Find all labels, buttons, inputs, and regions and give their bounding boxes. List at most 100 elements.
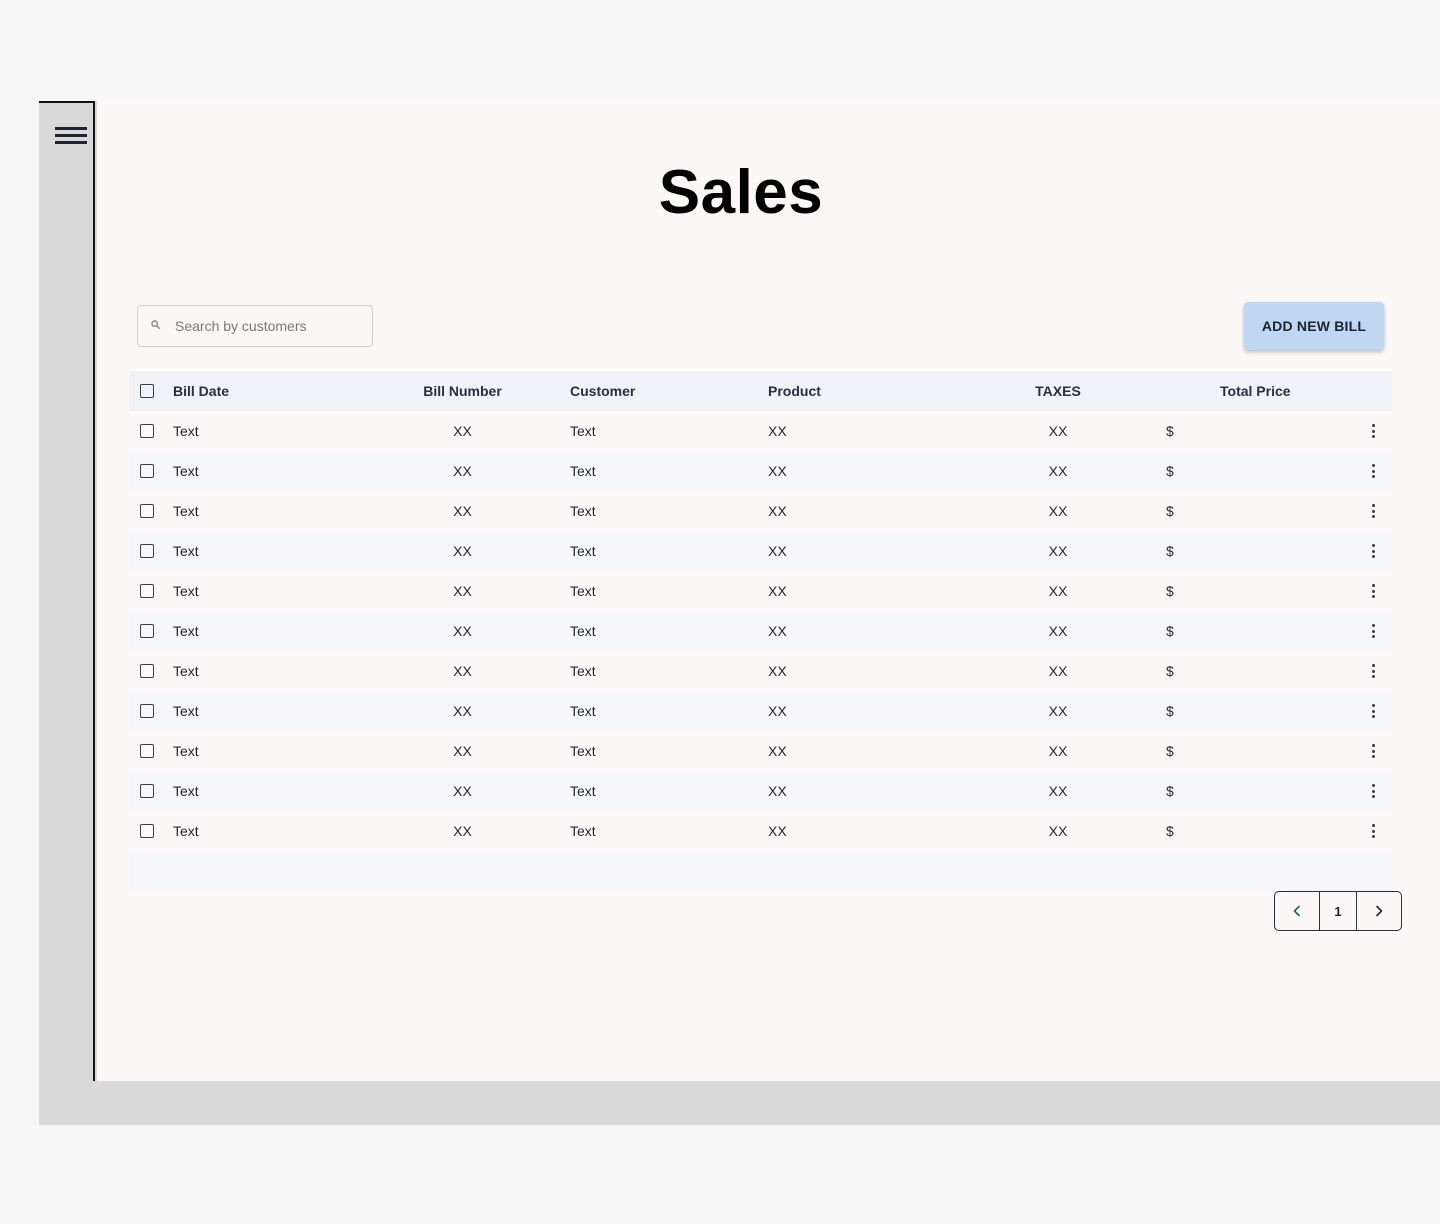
cell-bill-date: Text bbox=[173, 463, 199, 479]
more-vertical-icon[interactable] bbox=[1366, 423, 1382, 439]
table-row[interactable]: Text XX Text XX XX $ bbox=[129, 491, 1392, 531]
cell-taxes: XX bbox=[1048, 823, 1068, 839]
more-vertical-icon[interactable] bbox=[1366, 663, 1382, 679]
next-page-button[interactable] bbox=[1357, 892, 1401, 930]
main-content: Sales ADD NEW BILL Bill Date Bill Number… bbox=[97, 101, 1440, 1081]
hamburger-line bbox=[55, 141, 87, 144]
row-checkbox[interactable] bbox=[140, 624, 154, 638]
cell-taxes: XX bbox=[1048, 783, 1068, 799]
cell-taxes: XX bbox=[1048, 423, 1068, 439]
row-checkbox[interactable] bbox=[140, 504, 154, 518]
cell-total-price: $ bbox=[1166, 783, 1174, 799]
cell-taxes: XX bbox=[1048, 663, 1068, 679]
hamburger-menu-icon[interactable] bbox=[55, 127, 87, 149]
table-row[interactable]: Text XX Text XX XX $ bbox=[129, 811, 1392, 851]
column-header-taxes[interactable]: TAXES bbox=[1033, 371, 1083, 411]
cell-bill-date: Text bbox=[173, 703, 199, 719]
cell-bill-date: Text bbox=[173, 543, 199, 559]
more-vertical-icon[interactable] bbox=[1366, 783, 1382, 799]
cell-product: XX bbox=[768, 503, 787, 519]
more-vertical-icon[interactable] bbox=[1366, 463, 1382, 479]
search-input[interactable] bbox=[175, 306, 365, 346]
cell-taxes: XX bbox=[1048, 543, 1068, 559]
table-row[interactable]: Text XX Text XX XX $ bbox=[129, 611, 1392, 651]
cell-bill-number: XX bbox=[453, 463, 472, 479]
more-vertical-icon[interactable] bbox=[1366, 543, 1382, 559]
page-title: Sales bbox=[658, 158, 824, 227]
cell-bill-number: XX bbox=[453, 663, 472, 679]
cell-product: XX bbox=[768, 663, 787, 679]
cell-taxes: XX bbox=[1048, 623, 1068, 639]
row-checkbox[interactable] bbox=[140, 584, 154, 598]
table-row[interactable]: Text XX Text XX XX $ bbox=[129, 531, 1392, 571]
column-header-bill-date[interactable]: Bill Date bbox=[173, 371, 229, 411]
cell-total-price: $ bbox=[1166, 743, 1174, 759]
cell-total-price: $ bbox=[1166, 583, 1174, 599]
previous-page-button[interactable] bbox=[1275, 892, 1321, 930]
cell-bill-date: Text bbox=[173, 783, 199, 799]
more-vertical-icon[interactable] bbox=[1366, 503, 1382, 519]
row-checkbox[interactable] bbox=[140, 824, 154, 838]
cell-taxes: XX bbox=[1048, 503, 1068, 519]
row-checkbox[interactable] bbox=[140, 744, 154, 758]
more-vertical-icon[interactable] bbox=[1366, 623, 1382, 639]
table-row[interactable]: Text XX Text XX XX $ bbox=[129, 771, 1392, 811]
row-checkbox[interactable] bbox=[140, 424, 154, 438]
row-checkbox[interactable] bbox=[140, 784, 154, 798]
cell-product: XX bbox=[768, 463, 787, 479]
more-vertical-icon[interactable] bbox=[1366, 583, 1382, 599]
row-checkbox[interactable] bbox=[140, 544, 154, 558]
chevron-right-icon bbox=[1376, 905, 1383, 917]
cell-bill-date: Text bbox=[173, 823, 199, 839]
column-header-product[interactable]: Product bbox=[768, 371, 821, 411]
cell-total-price: $ bbox=[1166, 623, 1174, 639]
cell-customer: Text bbox=[570, 823, 596, 839]
table-row[interactable]: Text XX Text XX XX $ bbox=[129, 411, 1392, 451]
column-header-total-price[interactable]: Total Price bbox=[1220, 371, 1291, 411]
cell-customer: Text bbox=[570, 463, 596, 479]
current-page-number[interactable]: 1 bbox=[1320, 892, 1357, 930]
pagination: 1 bbox=[1274, 891, 1402, 931]
cell-total-price: $ bbox=[1166, 503, 1174, 519]
table-row[interactable]: Text XX Text XX XX $ bbox=[129, 691, 1392, 731]
cell-bill-number: XX bbox=[453, 743, 472, 759]
table-body: Text XX Text XX XX $ Text XX Text XX XX $ Text XX Text… bbox=[129, 411, 1392, 851]
column-header-bill-number[interactable]: Bill Number bbox=[422, 371, 503, 411]
cell-bill-date: Text bbox=[173, 623, 199, 639]
cell-taxes: XX bbox=[1048, 463, 1068, 479]
table-row[interactable]: Text XX Text XX XX $ bbox=[129, 451, 1392, 491]
table-row[interactable]: Text XX Text XX XX $ bbox=[129, 651, 1392, 691]
cell-total-price: $ bbox=[1166, 703, 1174, 719]
hamburger-line bbox=[55, 134, 87, 137]
row-checkbox[interactable] bbox=[140, 664, 154, 678]
cell-bill-number: XX bbox=[453, 503, 472, 519]
add-new-bill-button[interactable]: ADD NEW BILL bbox=[1244, 302, 1384, 350]
cell-bill-date: Text bbox=[173, 423, 199, 439]
cell-total-price: $ bbox=[1166, 543, 1174, 559]
search-box[interactable] bbox=[137, 305, 373, 347]
table-row[interactable]: Text XX Text XX XX $ bbox=[129, 571, 1392, 611]
cell-product: XX bbox=[768, 423, 787, 439]
cell-product: XX bbox=[768, 623, 787, 639]
more-vertical-icon[interactable] bbox=[1366, 823, 1382, 839]
cell-bill-number: XX bbox=[453, 583, 472, 599]
cell-product: XX bbox=[768, 583, 787, 599]
column-header-customer[interactable]: Customer bbox=[570, 371, 635, 411]
chevron-left-icon bbox=[1293, 905, 1300, 917]
cell-product: XX bbox=[768, 823, 787, 839]
more-vertical-icon[interactable] bbox=[1366, 743, 1382, 759]
cell-bill-date: Text bbox=[173, 583, 199, 599]
cell-total-price: $ bbox=[1166, 423, 1174, 439]
cell-customer: Text bbox=[570, 663, 596, 679]
cell-total-price: $ bbox=[1166, 663, 1174, 679]
cell-taxes: XX bbox=[1048, 743, 1068, 759]
select-all-checkbox[interactable] bbox=[140, 384, 154, 398]
cell-bill-date: Text bbox=[173, 743, 199, 759]
row-checkbox[interactable] bbox=[140, 704, 154, 718]
hamburger-line bbox=[55, 127, 87, 130]
more-vertical-icon[interactable] bbox=[1366, 703, 1382, 719]
sidebar bbox=[39, 101, 95, 1081]
row-checkbox[interactable] bbox=[140, 464, 154, 478]
table-row[interactable]: Text XX Text XX XX $ bbox=[129, 731, 1392, 771]
cell-total-price: $ bbox=[1166, 463, 1174, 479]
